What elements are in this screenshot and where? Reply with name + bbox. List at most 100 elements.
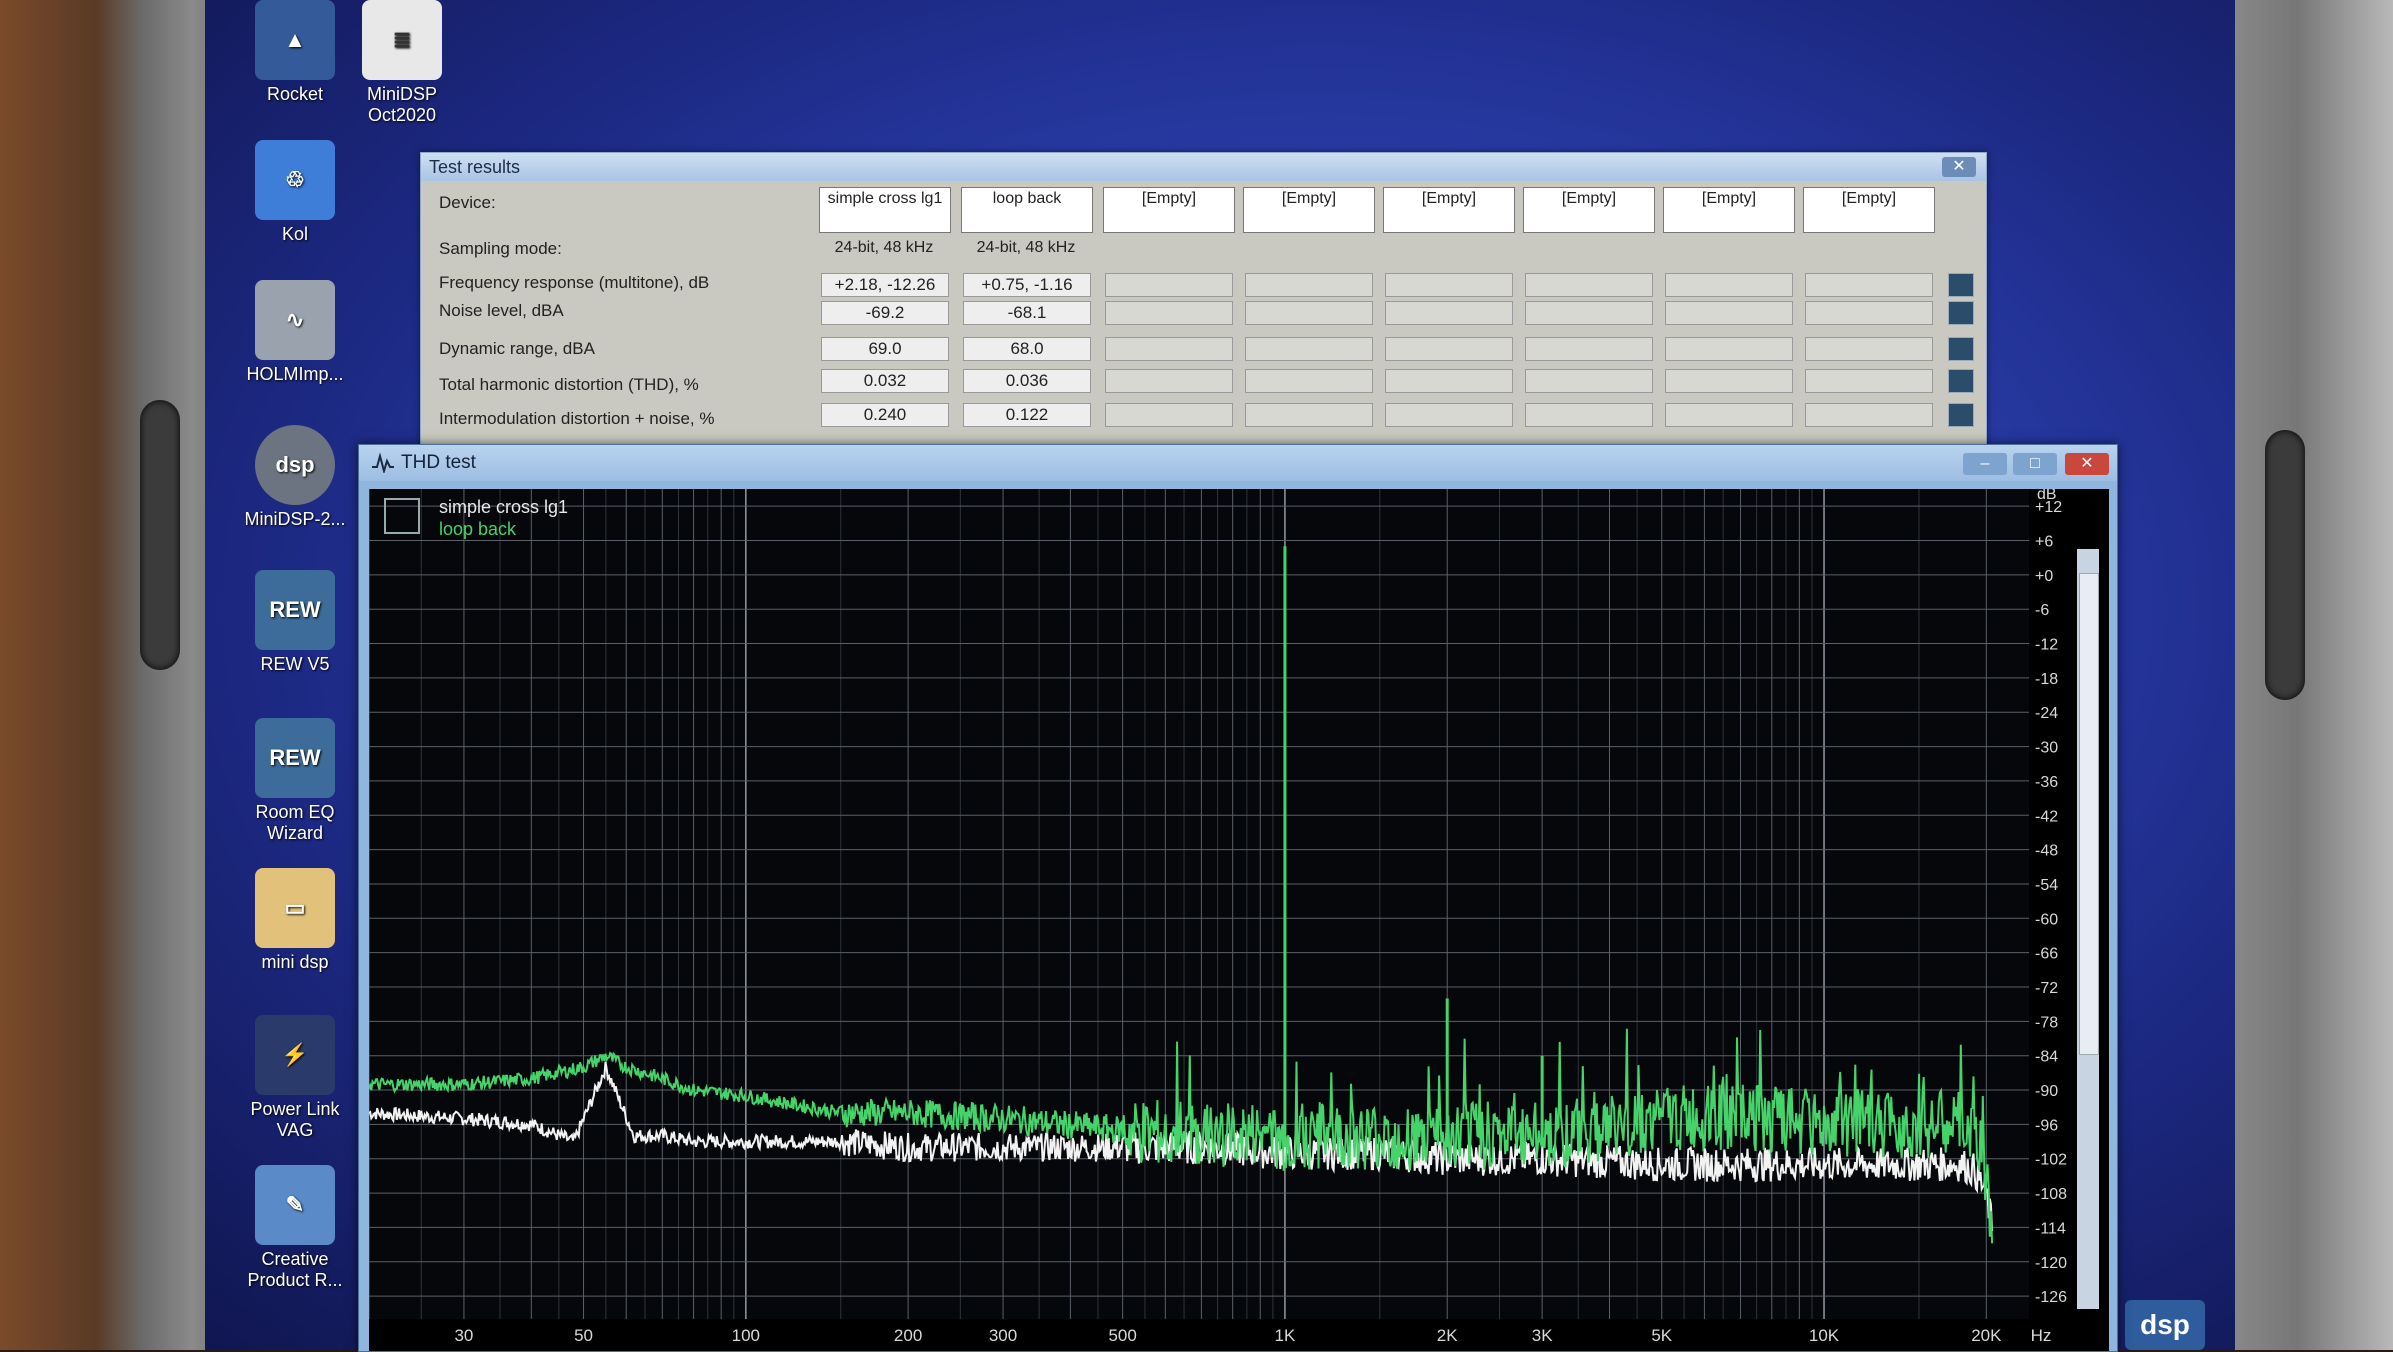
rew-badge: REW (269, 597, 321, 622)
test-results-window: Test results ✕ Device: Sampling mode: Fr… (420, 152, 1987, 454)
legend-series-1: simple cross lg1 (439, 497, 568, 517)
imd-value: 0.122 (963, 403, 1091, 427)
desktop-icon-label: HOLMImp... (246, 364, 344, 384)
device-header-4[interactable]: [Empty] (1243, 187, 1375, 233)
plot-area[interactable]: dB +12 +6 +0 -6 -12 -18 -24 -30 -36 -42 -48 -54 -60 -6… (369, 489, 2109, 1351)
imd-value (1245, 403, 1373, 427)
label-dynamic-range: Dynamic range, dBA (439, 339, 595, 358)
desktop-icon-label: mini dsp (261, 952, 329, 972)
device-header-8[interactable]: [Empty] (1803, 187, 1935, 233)
rew-badge: REW (269, 745, 321, 770)
bezel-grip-right (2265, 430, 2305, 700)
recycle-bin-icon: ♲ (255, 140, 335, 220)
sampling-mode-value: 24-bit, 48 kHz (834, 239, 934, 256)
dyn-value: 68.0 (963, 337, 1091, 361)
minidsp-tray-icon[interactable]: dsp (2125, 1300, 2205, 1350)
device-header-5[interactable]: [Empty] (1383, 187, 1515, 233)
pen-icon: ✎ (255, 1165, 335, 1245)
thd-value (1805, 369, 1933, 393)
desktop-icon-holmimpulse[interactable]: ∿ HOLMImp... (230, 280, 360, 385)
imd-value (1385, 403, 1513, 427)
desktop-icon-power-link[interactable]: ⚡ Power Link VAG (230, 1015, 360, 1141)
desktop-icon-minidsp-2[interactable]: dsp MiniDSP-2... (230, 425, 360, 530)
x-tick-label: 300 (989, 1326, 1017, 1345)
x-tick-label: 2K (1437, 1326, 1458, 1345)
waveform-icon (372, 453, 394, 473)
thd-value (1665, 369, 1793, 393)
freq-value (1105, 273, 1233, 297)
y-tick-label: -60 (2035, 911, 2058, 928)
freq-value (1665, 273, 1793, 297)
imd-value: 0.240 (821, 403, 949, 427)
thd-value: 0.036 (963, 369, 1091, 393)
graph-button-icon[interactable] (1948, 369, 1974, 393)
device-header-1[interactable]: simple cross lg1 (819, 187, 951, 233)
desktop-icon-room-eq-wizard[interactable]: REW Room EQ Wizard (230, 718, 360, 844)
y-tick-label: -30 (2035, 740, 2058, 757)
window-title: Test results (429, 157, 521, 177)
dyn-value (1245, 337, 1373, 361)
maximize-button[interactable]: □ (2013, 453, 2057, 475)
imd-value (1805, 403, 1933, 427)
label-noise: Noise level, dBA (439, 301, 564, 320)
y-tick-label: -66 (2035, 946, 2058, 963)
vertical-scrollbar[interactable] (2077, 549, 2099, 1309)
close-icon: ✕ (2080, 455, 2094, 472)
y-tick-label: -6 (2035, 602, 2049, 619)
label-thd: Total harmonic distortion (THD), % (439, 375, 699, 394)
x-tick-label: Hz (2031, 1326, 2052, 1345)
lightning-icon: ⚡ (255, 1015, 335, 1095)
desktop-icon-mini-dsp-folder[interactable]: ▭ mini dsp (230, 868, 360, 973)
device-header-7[interactable]: [Empty] (1663, 187, 1795, 233)
graph-button-icon[interactable] (1948, 337, 1974, 361)
graph-button-icon[interactable] (1948, 273, 1974, 297)
bezel-grip-left (140, 400, 180, 670)
document-icon: ≣ (362, 0, 442, 80)
spectrum-chart[interactable]: dB+12+6+0-6-12-18-24-30-36-42-48-54-60-6… (369, 489, 2109, 1351)
y-tick-label: -102 (2035, 1152, 2067, 1169)
thd-value: 0.032 (821, 369, 949, 393)
dyn-value (1665, 337, 1793, 361)
close-button[interactable]: ✕ (2065, 453, 2109, 475)
graph-button-icon[interactable] (1948, 301, 1974, 325)
maximize-icon: □ (2030, 455, 2040, 472)
x-tick-label: 5K (1651, 1326, 1672, 1345)
noise-value (1805, 301, 1933, 325)
desktop-icon-kol[interactable]: ♲ Kol (230, 140, 360, 245)
legend-series-2: loop back (439, 519, 517, 539)
device-header-6[interactable]: [Empty] (1523, 187, 1655, 233)
desktop-icon-label: Power Link VAG (250, 1099, 340, 1140)
desktop-icon-label: MiniDSP-2... (244, 509, 346, 529)
freq-value (1385, 273, 1513, 297)
y-tick-label: -72 (2035, 980, 2058, 997)
test-results-titlebar[interactable]: Test results ✕ (421, 153, 1986, 181)
dyn-value (1385, 337, 1513, 361)
thd-value (1245, 369, 1373, 393)
dsp-app-icon: dsp (255, 425, 335, 505)
dyn-value (1105, 337, 1233, 361)
minimize-icon: – (1980, 455, 1990, 472)
y-tick-label: -114 (2035, 1220, 2066, 1237)
device-header-2[interactable]: loop back (961, 187, 1093, 233)
freq-value (1525, 273, 1653, 297)
desktop-icon-minidsp-oct[interactable]: ≣ MiniDSP Oct2020 (337, 0, 467, 126)
rew-app-icon: REW (255, 570, 335, 650)
thd-titlebar[interactable]: THD test – □ ✕ (359, 445, 2117, 481)
y-tick-label: +6 (2035, 534, 2053, 551)
desktop-icon-label: Creative Product R... (247, 1249, 343, 1290)
x-tick-label: 200 (894, 1326, 922, 1345)
minimize-button[interactable]: – (1963, 453, 2007, 475)
label-frequency-response: Frequency response (multitone), dB (439, 273, 710, 292)
test-results-body: Device: Sampling mode: Frequency respons… (421, 181, 1986, 453)
x-tick-label: 10K (1809, 1326, 1840, 1345)
scroll-thumb[interactable] (2079, 573, 2099, 1055)
graph-button-icon[interactable] (1948, 403, 1974, 427)
noise-value (1665, 301, 1793, 325)
close-button[interactable]: ✕ (1942, 157, 1976, 177)
desktop-icon-label: MiniDSP Oct2020 (366, 84, 437, 125)
desktop-icon-label: Kol (281, 224, 308, 244)
desktop-icon-creative[interactable]: ✎ Creative Product R... (230, 1165, 360, 1291)
desktop-icon-rew-v5[interactable]: REW REW V5 (230, 570, 360, 675)
device-header-3[interactable]: [Empty] (1103, 187, 1235, 233)
noise-value (1525, 301, 1653, 325)
